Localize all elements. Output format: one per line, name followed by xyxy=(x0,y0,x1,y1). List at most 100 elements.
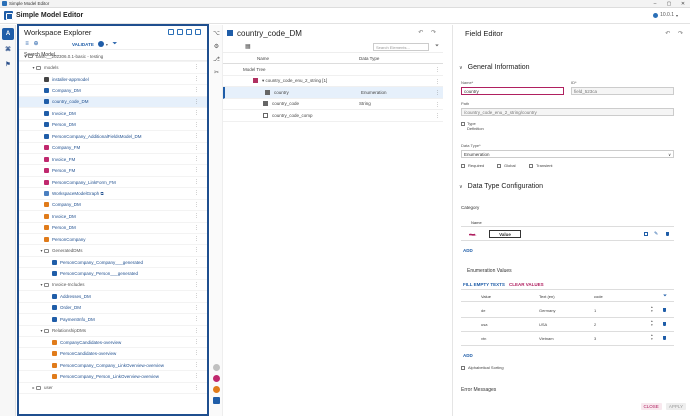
version-indicator[interactable]: 10.0.1 ▾ xyxy=(653,12,678,18)
category-checkbox[interactable] xyxy=(644,232,648,236)
more-options-icon[interactable]: ⋮ xyxy=(435,90,440,96)
tree-item[interactable]: Company_DM ⋮ xyxy=(19,85,207,97)
filter-icon[interactable]: ⏷ xyxy=(112,41,118,47)
tree-item[interactable]: Person_DM ⋮ xyxy=(19,120,207,132)
dtconfig-section-header[interactable]: ∨ Data Type Configuration xyxy=(453,183,543,190)
enum-code-cell[interactable]: 1 xyxy=(594,308,596,313)
more-options-icon[interactable]: ⋮ xyxy=(194,65,199,70)
global-checkbox[interactable] xyxy=(497,164,501,168)
settings-icon[interactable]: ⚙ xyxy=(213,44,220,51)
tree-item[interactable]: installer-appmodel ⋮ xyxy=(19,74,207,86)
path-field[interactable]: /country_code_enu_2_string/country xyxy=(461,108,674,116)
more-options-icon[interactable]: ⋮ xyxy=(435,79,440,85)
tree-item[interactable]: PersonCompany_Company_LinkOverview-overv… xyxy=(19,360,207,372)
more-options-icon[interactable]: ⋮ xyxy=(194,339,199,345)
enum-value-cell[interactable]: vtn xyxy=(481,336,486,341)
id-field[interactable]: field_523ca xyxy=(571,87,674,95)
tree-folder[interactable]: ▾ RelationshipDMs ⋮ xyxy=(19,326,207,337)
more-options-icon[interactable]: ⋮ xyxy=(194,259,199,265)
tree-item[interactable]: Company_FM ⋮ xyxy=(19,143,207,154)
more-options-icon[interactable]: ⋮ xyxy=(194,225,199,231)
more-options-icon[interactable]: ⋮ xyxy=(435,102,440,108)
add-icon[interactable]: ⊕ xyxy=(33,41,39,47)
trash-icon[interactable] xyxy=(663,322,666,326)
dm-tree-row[interactable]: country_code String ⋮ xyxy=(223,99,443,110)
name-field[interactable]: country xyxy=(461,87,564,95)
enum-add-button[interactable]: ADD xyxy=(463,353,473,358)
dm-search-input[interactable]: Search Elements... xyxy=(373,43,429,51)
type-definition-checkbox[interactable] xyxy=(461,122,465,126)
maximize-button[interactable]: ▢ xyxy=(662,0,676,8)
rail-explorer-button[interactable]: A xyxy=(2,28,14,40)
tree-item[interactable]: Invoice_DM ⋮ xyxy=(19,108,207,120)
more-options-icon[interactable]: ⋮ xyxy=(194,374,199,379)
filter-icon[interactable]: ⏷ xyxy=(663,293,667,299)
grid-icon[interactable]: ▦ xyxy=(245,43,251,50)
more-options-icon[interactable]: ⋮ xyxy=(194,156,199,162)
tree-item[interactable]: PersonCompany_Person_LinkOverview-overvi… xyxy=(19,371,207,383)
tree-item[interactable]: Company_DM ⋮ xyxy=(19,200,207,212)
apply-button[interactable]: APPLY xyxy=(665,403,686,410)
tree-folder[interactable]: ▾ Invoice-Includes ⋮ xyxy=(19,280,207,292)
tree-item[interactable]: PersonCandidates-overview ⋮ xyxy=(19,348,207,360)
more-options-icon[interactable]: ⋮ xyxy=(194,362,199,368)
more-options-icon[interactable]: ⋮ xyxy=(435,67,440,73)
category-delete-icon[interactable]: C̶a̶t̶ xyxy=(469,232,475,237)
more-options-icon[interactable]: ⋮ xyxy=(194,214,199,219)
more-options-icon[interactable]: ⋮ xyxy=(194,134,199,139)
tree-item[interactable]: PaymentInfo_DM ⋮ xyxy=(19,314,207,326)
close-window-button[interactable]: ✕ xyxy=(676,0,690,8)
refresh-icon[interactable] xyxy=(168,29,174,35)
more-options-icon[interactable]: ⋮ xyxy=(194,294,199,299)
alpha-sort-checkbox[interactable] xyxy=(461,366,465,370)
enum-text-cell[interactable]: USA xyxy=(539,322,547,327)
tree-item[interactable]: Person_DM ⋮ xyxy=(19,223,207,234)
tree-item[interactable]: CompanyCandidates-overview ⋮ xyxy=(19,337,207,349)
warning-icon[interactable] xyxy=(213,386,220,393)
stepper-icon[interactable]: ▴ ▾ xyxy=(651,305,653,313)
tree-item[interactable]: country_code_DM ⋮ xyxy=(19,96,207,109)
tree-item[interactable]: PersonCompany_Company___generated ⋮ xyxy=(19,257,207,269)
more-options-icon[interactable]: ⋮ xyxy=(194,99,199,105)
tree-folder[interactable]: ▾ GeneratedDMs ⋮ xyxy=(19,245,207,257)
datatype-select[interactable]: Enumeration ∨ xyxy=(461,150,674,158)
filter-icon[interactable]: ⏷ xyxy=(435,43,439,49)
dm-tree-row[interactable]: country_code_comp ⋮ xyxy=(223,110,443,122)
error-icon[interactable] xyxy=(213,375,220,382)
minimize-button[interactable]: – xyxy=(648,0,662,8)
nav-arrows[interactable]: ↶ ↷ xyxy=(665,30,686,37)
tree-item[interactable]: Invoice_DM ⋮ xyxy=(19,211,207,223)
cloud-icon[interactable] xyxy=(213,364,220,371)
edit-icon[interactable]: ✎ xyxy=(654,231,658,237)
dm-tree-row[interactable]: ▾ country_code_enu_2_string [1] ⋮ xyxy=(223,76,443,87)
clear-values-button[interactable]: CLEAR VALUES xyxy=(509,282,544,287)
general-section-header[interactable]: ∨ General Information xyxy=(453,64,530,71)
dm-tree-row[interactable]: country Enumeration ⋮ xyxy=(223,87,443,99)
enum-code-cell[interactable]: 2 xyxy=(594,322,596,327)
tree-item[interactable]: Order_DM ⋮ xyxy=(19,303,207,315)
enum-value-cell[interactable]: de xyxy=(481,308,485,313)
trash-icon[interactable] xyxy=(663,336,666,340)
more-options-icon[interactable]: ⋮ xyxy=(194,122,199,128)
tree-item[interactable]: PersonCompany_LinkForm_FM ⋮ xyxy=(19,177,207,189)
transient-checkbox[interactable] xyxy=(529,164,533,168)
enum-text-cell[interactable]: Vietnam xyxy=(539,336,554,341)
rail-graph-button[interactable]: ⌘ xyxy=(2,43,14,55)
new-file-icon[interactable] xyxy=(177,29,183,35)
tree-item[interactable]: WorkspaceModelGraph ⧉ ⋮ xyxy=(19,188,207,200)
menu-icon[interactable]: ≡ xyxy=(24,41,30,47)
tree-folder[interactable]: ▾ models ⋮ xyxy=(19,62,207,74)
more-options-icon[interactable]: ⋮ xyxy=(194,145,199,151)
more-options-icon[interactable]: ⋮ xyxy=(194,111,199,116)
stepper-icon[interactable]: ▴ ▾ xyxy=(651,319,653,327)
link-icon[interactable]: ⎇ xyxy=(213,57,220,64)
more-options-icon[interactable]: ⋮ xyxy=(194,305,199,311)
more-options-icon[interactable]: ⋮ xyxy=(194,76,199,82)
tree-item[interactable]: Addresses_DM ⋮ xyxy=(19,291,207,303)
tree-folder[interactable]: ▸ user ⋮ xyxy=(19,383,207,395)
trash-icon[interactable] xyxy=(663,308,666,312)
enum-text-cell[interactable]: Germany xyxy=(539,308,555,313)
tree-item[interactable]: PersonCompany_Person___generated ⋮ xyxy=(19,268,207,280)
rail-flag-button[interactable]: ⚑ xyxy=(2,58,14,70)
required-checkbox[interactable] xyxy=(461,164,465,168)
